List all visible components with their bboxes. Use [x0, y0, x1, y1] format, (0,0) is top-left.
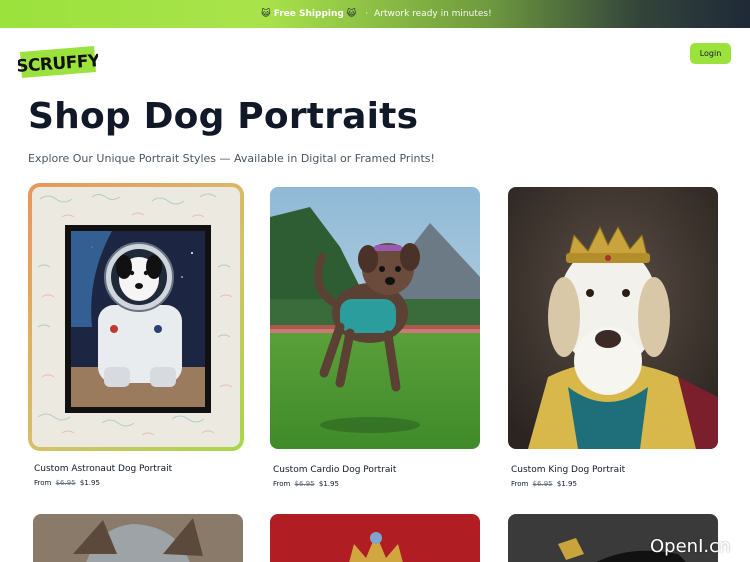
promo-sub-text: Artwork ready in minutes!: [374, 9, 492, 19]
product-price: From $6.95 $1.95: [511, 480, 577, 488]
product-image-cardio[interactable]: [270, 187, 480, 449]
product-card-cardio[interactable]: Custom Cardio Dog Portrait From $6.95 $1…: [270, 187, 480, 488]
current-price: $1.95: [556, 480, 577, 488]
promo-bold-text: Free Shipping: [273, 9, 344, 19]
login-button[interactable]: Login: [690, 43, 731, 64]
cat-emoji-icon: 😺: [346, 9, 357, 19]
price-from-label: From: [511, 480, 529, 488]
current-price: $1.95: [318, 480, 339, 488]
product-card-astronaut[interactable]: Custom Astronaut Dog Portrait From $6.95…: [28, 183, 244, 487]
site-header: SCRUFFY: [0, 28, 750, 94]
cat-emoji-icon: 😺: [261, 9, 271, 19]
product-image-astronaut[interactable]: [28, 183, 244, 451]
product-card-image-partial[interactable]: [33, 514, 243, 562]
price-from-label: From: [34, 479, 52, 487]
product-card-image-partial[interactable]: [270, 514, 480, 562]
scruffy-logo[interactable]: SCRUFFY: [18, 44, 98, 78]
price-from-label: From: [273, 480, 291, 488]
current-price: $1.95: [79, 479, 100, 487]
promo-separator: ·: [365, 9, 369, 19]
product-name[interactable]: Custom Astronaut Dog Portrait: [34, 464, 172, 474]
page-title: Shop Dog Portraits: [28, 96, 419, 137]
product-price: From $6.95 $1.95: [34, 479, 100, 487]
product-name[interactable]: Custom Cardio Dog Portrait: [273, 465, 396, 475]
page-subtitle: Explore Our Unique Portrait Styles — Ava…: [28, 152, 435, 165]
product-price: From $6.95 $1.95: [273, 480, 339, 488]
old-price: $6.95: [532, 480, 553, 488]
promo-bar: 😺 Free Shipping 😺 · Artwork ready in min…: [0, 0, 750, 28]
product-name[interactable]: Custom King Dog Portrait: [511, 465, 625, 475]
watermark: OpenI.cn: [650, 536, 731, 557]
product-card-king[interactable]: Custom King Dog Portrait From $6.95 $1.9…: [508, 187, 718, 488]
old-price: $6.95: [294, 480, 315, 488]
product-image-king[interactable]: [508, 187, 718, 449]
old-price: $6.95: [55, 479, 76, 487]
